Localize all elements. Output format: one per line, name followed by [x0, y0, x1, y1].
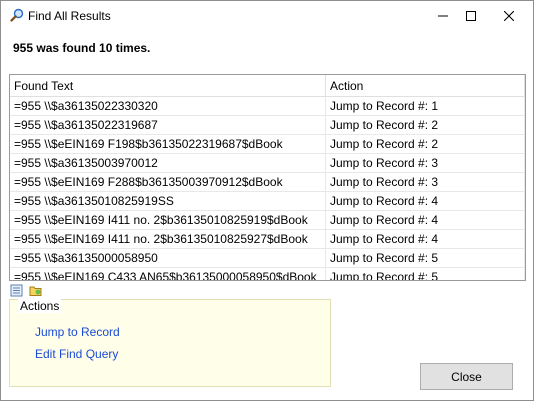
results-grid[interactable]: Found Text Action =955 \\$a3613502233032…: [9, 74, 526, 281]
table-row[interactable]: =955 \\$eEIN169 F288$b36135003970912$dBo…: [10, 172, 525, 192]
found-text-cell: =955 \\$a36135000058950: [10, 248, 326, 268]
table-row[interactable]: =955 \\$a36135022330320 Jump to Record #:…: [10, 96, 525, 116]
panel-icons: [10, 284, 44, 298]
table-row[interactable]: =955 \\$a36135010825919SS Jump to Record …: [10, 191, 525, 211]
action-cell: Jump to Record #: 2: [325, 115, 525, 135]
window-title: Find All Results: [28, 9, 111, 23]
action-cell: Jump to Record #: 3: [325, 172, 525, 192]
action-cell: Jump to Record #: 2: [325, 134, 525, 154]
action-cell: Jump to Record #: 5: [325, 267, 525, 280]
magnifier-icon: [10, 8, 24, 22]
folder-icon[interactable]: [29, 284, 42, 297]
maximize-button[interactable]: [453, 1, 489, 31]
table-row[interactable]: =955 \\$a36135022319687 Jump to Record #:…: [10, 115, 525, 135]
jump-to-record-link[interactable]: Jump to Record: [35, 325, 120, 339]
table-row[interactable]: =955 \\$eEIN169 I411 no. 2$b361350108259…: [10, 229, 525, 249]
grid-header-row: Found Text Action: [10, 75, 525, 97]
found-text-cell: =955 \\$eEIN169 F198$b36135022319687$dBo…: [10, 134, 326, 154]
list-view-icon[interactable]: [10, 284, 23, 297]
action-cell: Jump to Record #: 1: [325, 96, 525, 116]
minimize-icon: [438, 15, 448, 17]
table-row[interactable]: =955 \\$a36135003970012 Jump to Record #:…: [10, 153, 525, 173]
table-row[interactable]: =955 \\$a36135000058950 Jump to Record #:…: [10, 248, 525, 268]
maximize-icon: [466, 11, 476, 21]
found-text-cell: =955 \\$eEIN169 I411 no. 2$b361350108259…: [10, 229, 326, 249]
table-row[interactable]: =955 \\$eEIN169 I411 no. 2$b361350108259…: [10, 210, 525, 230]
action-cell: Jump to Record #: 4: [325, 229, 525, 249]
found-text-cell: =955 \\$a36135003970012: [10, 153, 326, 173]
action-cell: Jump to Record #: 4: [325, 210, 525, 230]
edit-find-query-link[interactable]: Edit Find Query: [35, 347, 118, 361]
close-window-button[interactable]: [491, 1, 527, 31]
column-header-action[interactable]: Action: [325, 75, 525, 97]
actions-panel: Actions Jump to Record Edit Find Query: [9, 299, 331, 387]
table-row[interactable]: =955 \\$eEIN169 C433 AN65$b3613500005895…: [10, 267, 525, 280]
found-text-cell: =955 \\$eEIN169 F288$b36135003970912$dBo…: [10, 172, 326, 192]
close-icon: [504, 11, 514, 21]
actions-panel-title: Actions: [18, 299, 62, 313]
action-cell: Jump to Record #: 5: [325, 248, 525, 268]
table-row[interactable]: =955 \\$eEIN169 F198$b36135022319687$dBo…: [10, 134, 525, 154]
close-button[interactable]: Close: [420, 363, 513, 390]
found-text-cell: =955 \\$a36135022330320: [10, 96, 326, 116]
title-bar[interactable]: Find All Results: [1, 1, 533, 31]
found-text-cell: =955 \\$eEIN169 C433 AN65$b3613500005895…: [10, 267, 326, 280]
found-text-cell: =955 \\$a36135010825919SS: [10, 191, 326, 211]
find-all-results-window: Find All Results 955 was found 10 times.…: [0, 0, 534, 401]
found-text-cell: =955 \\$a36135022319687: [10, 115, 326, 135]
found-text-cell: =955 \\$eEIN169 I411 no. 2$b361350108259…: [10, 210, 326, 230]
column-header-found-text[interactable]: Found Text: [10, 75, 326, 97]
results-summary: 955 was found 10 times.: [13, 41, 151, 55]
action-cell: Jump to Record #: 3: [325, 153, 525, 173]
action-cell: Jump to Record #: 4: [325, 191, 525, 211]
